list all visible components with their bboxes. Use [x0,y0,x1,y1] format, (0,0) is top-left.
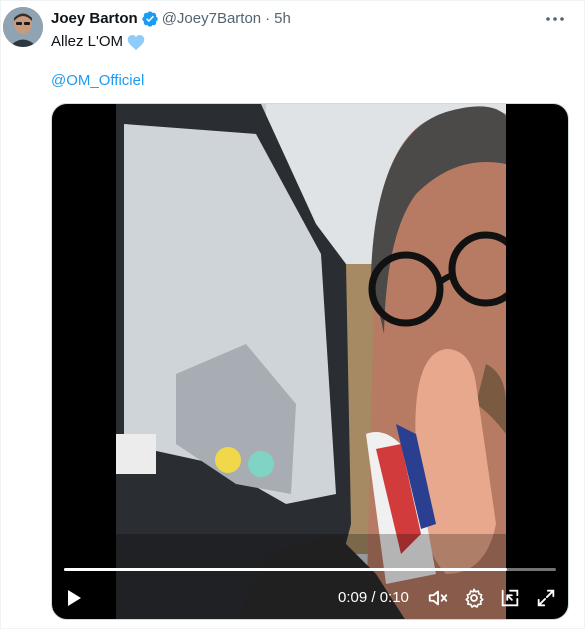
muted-speaker-icon [428,590,448,606]
play-icon [68,590,81,606]
play-button[interactable] [62,586,86,610]
light-blue-heart-icon [127,34,145,51]
timestamp[interactable]: 5h [274,10,291,28]
more-options-icon[interactable] [544,10,566,28]
mute-button[interactable] [426,586,450,610]
verified-badge-icon [141,10,159,28]
video-player[interactable]: 0:09 / 0:10 [51,103,569,620]
picture-in-picture-icon [501,589,519,607]
settings-button[interactable] [462,586,486,610]
video-frame[interactable] [116,104,506,619]
tweet-header: Joey Barton @Joey7Barton · 5h [51,10,291,28]
mention-link[interactable]: @OM_Officiel [51,71,144,91]
author-handle[interactable]: @Joey7Barton [162,10,261,28]
gear-icon [465,588,484,608]
picture-in-picture-button[interactable] [498,586,522,610]
tweet-card[interactable]: Joey Barton @Joey7Barton · 5h Allez L'OM… [0,0,585,629]
video-progress-bar[interactable] [64,568,556,571]
tweet-text: Allez L'OM [51,32,145,52]
fullscreen-button[interactable] [534,586,558,610]
fullscreen-icon [537,589,555,607]
video-timecode: 0:09 / 0:10 [338,589,409,606]
author-name[interactable]: Joey Barton [51,10,138,28]
video-progress-fill [64,568,507,571]
tweet-text-body: Allez L'OM [51,33,124,50]
avatar[interactable] [3,7,43,47]
separator-dot: · [265,10,271,27]
